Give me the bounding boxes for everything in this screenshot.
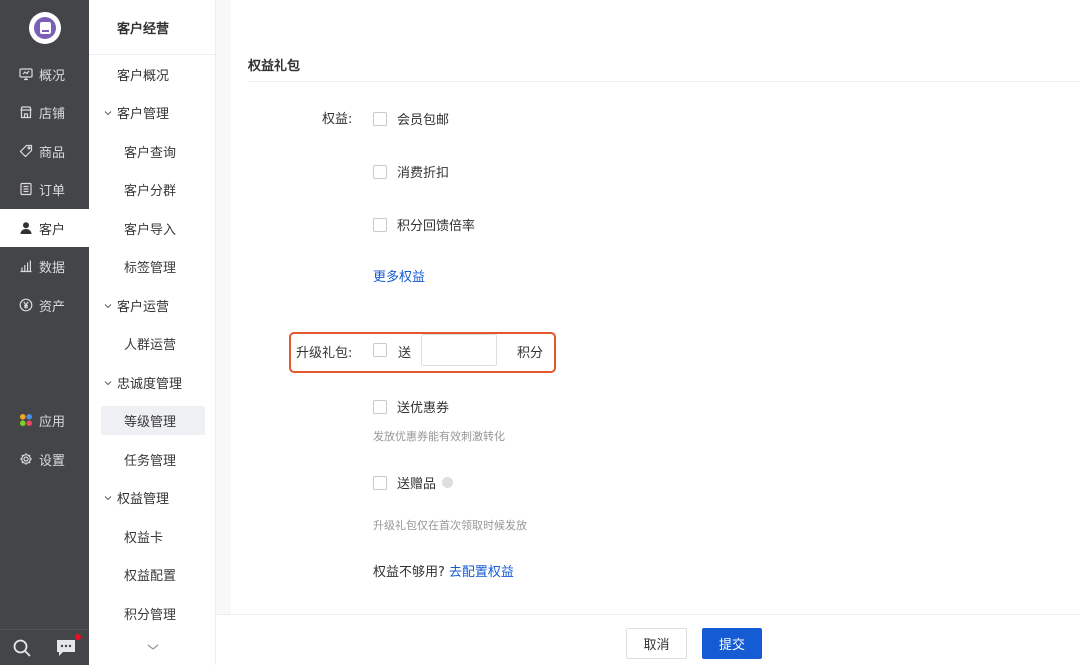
main-content: 权益礼包 权益: 会员包邮 消费折扣 积分回馈倍率 更多权益 升级礼包: 送 积…	[231, 0, 1080, 614]
nav-item-store[interactable]: 店铺	[0, 93, 89, 131]
sidebar-item-benefit-card[interactable]: 权益卡	[101, 522, 205, 551]
nav-item-settings[interactable]: 设置	[0, 440, 89, 478]
points-input[interactable]	[421, 334, 497, 366]
benefit-points-multiplier-checkbox[interactable]: 积分回馈倍率	[373, 215, 475, 234]
chevron-down-icon	[104, 110, 112, 115]
nav-item-assets[interactable]: 资产	[0, 286, 89, 324]
checkbox-label: 送赠品	[397, 477, 437, 492]
benefit-free-shipping-checkbox[interactable]: 会员包邮	[373, 109, 449, 128]
send-gift-checkbox[interactable]: 送赠品	[373, 473, 454, 492]
configure-benefits-link[interactable]: 去配置权益	[449, 565, 514, 580]
nav-item-goods[interactable]: 商品	[0, 132, 89, 170]
section-divider	[248, 81, 1080, 82]
sidebar-item-customer-overview[interactable]: 客户概况	[101, 60, 205, 89]
sidebar-item-level-management[interactable]: 等级管理	[101, 406, 205, 435]
upgrade-points-checkbox[interactable]	[373, 343, 387, 357]
send-coupon-checkbox[interactable]: 送优惠券	[373, 397, 449, 416]
checkbox[interactable]	[373, 111, 387, 126]
nav-item-apps[interactable]: 应用	[0, 401, 89, 439]
nav-item-label: 客户	[39, 222, 66, 238]
nav-bottom-bar	[0, 629, 89, 665]
nav-item-label: 数据	[39, 260, 66, 276]
benefit-shortage-text: 权益不够用?	[373, 565, 445, 580]
order-list-icon	[20, 182, 32, 196]
checkbox[interactable]	[373, 164, 387, 179]
benefit-discount-checkbox[interactable]: 消费折扣	[373, 162, 449, 181]
benefits-label: 权益:	[322, 112, 353, 127]
sidebar-group-label: 客户管理	[117, 107, 170, 122]
sidebar-expand-button[interactable]	[89, 629, 216, 665]
tag-icon	[19, 144, 33, 158]
nav-item-customers[interactable]: 客户	[0, 209, 89, 247]
nav-item-label: 商品	[39, 145, 66, 161]
sidebar-group-customer-operations[interactable]: 客户运营	[101, 291, 205, 320]
nav-item-label: 设置	[39, 453, 66, 469]
monitor-icon	[19, 68, 33, 81]
apps-icon	[20, 414, 32, 426]
sidebar-item-task-management[interactable]: 任务管理	[101, 445, 205, 474]
checkbox[interactable]	[373, 475, 387, 490]
sidebar-item-customer-import[interactable]: 客户导入	[101, 214, 205, 243]
search-icon	[13, 639, 31, 657]
checkbox[interactable]	[373, 217, 387, 232]
bar-chart-icon	[20, 260, 32, 273]
search-button[interactable]	[0, 630, 44, 665]
shop-logo[interactable]	[29, 12, 61, 44]
store-icon	[20, 106, 32, 119]
nav-item-label: 店铺	[39, 106, 66, 122]
message-button[interactable]	[44, 630, 88, 665]
logo-icon	[34, 17, 56, 39]
sidebar-group-customer-management[interactable]: 客户管理	[101, 98, 205, 127]
chevron-down-icon	[104, 303, 112, 308]
send-label: 送	[398, 346, 412, 361]
action-footer: 取消 提交	[216, 614, 1080, 665]
user-icon	[20, 222, 32, 234]
checkbox-label: 会员包邮	[397, 113, 450, 128]
nav-item-label: 订单	[39, 183, 66, 199]
benefit-shortage-row: 权益不够用? 去配置权益	[373, 561, 514, 580]
secondary-nav-title: 客户经营	[89, 0, 216, 55]
sidebar-item-points-management[interactable]: 积分管理	[101, 599, 205, 628]
checkbox[interactable]	[373, 399, 387, 414]
sidebar-group-benefits[interactable]: 权益管理	[101, 483, 205, 512]
upgrade-gift-label: 升级礼包:	[296, 346, 353, 361]
notification-dot	[75, 634, 81, 640]
points-unit-label: 积分	[517, 346, 544, 361]
sidebar-item-customer-segments[interactable]: 客户分群	[101, 175, 205, 204]
yen-icon	[19, 298, 33, 312]
sidebar-item-customer-query[interactable]: 客户查询	[101, 137, 205, 166]
nav-item-label: 概况	[39, 68, 66, 84]
secondary-nav: 客户经营 客户概况 客户管理 客户查询 客户分群 客户导入 标签管理 客户运营 …	[89, 0, 216, 665]
chevron-down-icon	[147, 644, 158, 650]
checkbox-label: 积分回馈倍率	[397, 219, 476, 234]
message-icon	[57, 640, 75, 656]
sidebar-group-label: 权益管理	[117, 492, 170, 507]
nav-item-data[interactable]: 数据	[0, 247, 89, 285]
section-title: 权益礼包	[248, 59, 301, 74]
sidebar-item-tag-management[interactable]: 标签管理	[101, 252, 205, 281]
sidebar-group-loyalty[interactable]: 忠诚度管理	[101, 368, 205, 397]
nav-item-label: 应用	[39, 414, 66, 430]
primary-nav: 概况 店铺 商品 订单 客户 数据 资产 应用 设置	[0, 0, 89, 665]
coupon-hint: 发放优惠券能有效刺激转化	[373, 430, 505, 443]
submit-button[interactable]: 提交	[702, 628, 762, 659]
more-benefits-link[interactable]: 更多权益	[373, 266, 425, 285]
nav-item-label: 资产	[39, 299, 66, 315]
sidebar-group-label: 忠诚度管理	[117, 377, 183, 392]
checkbox-label: 消费折扣	[397, 166, 450, 181]
nav-item-overview[interactable]: 概况	[0, 55, 89, 93]
nav-item-orders[interactable]: 订单	[0, 170, 89, 208]
sidebar-item-benefit-config[interactable]: 权益配置	[101, 560, 205, 589]
gear-icon	[20, 453, 32, 465]
checkbox-label: 送优惠券	[397, 401, 450, 416]
chevron-down-icon	[104, 380, 112, 385]
gift-hint: 升级礼包仅在首次领取时候发放	[373, 519, 527, 532]
chevron-down-icon	[104, 495, 112, 500]
cancel-button[interactable]: 取消	[626, 628, 687, 659]
sidebar-group-label: 客户运营	[117, 300, 170, 315]
info-icon[interactable]	[442, 477, 454, 488]
sidebar-item-crowd-operations[interactable]: 人群运营	[101, 329, 205, 358]
